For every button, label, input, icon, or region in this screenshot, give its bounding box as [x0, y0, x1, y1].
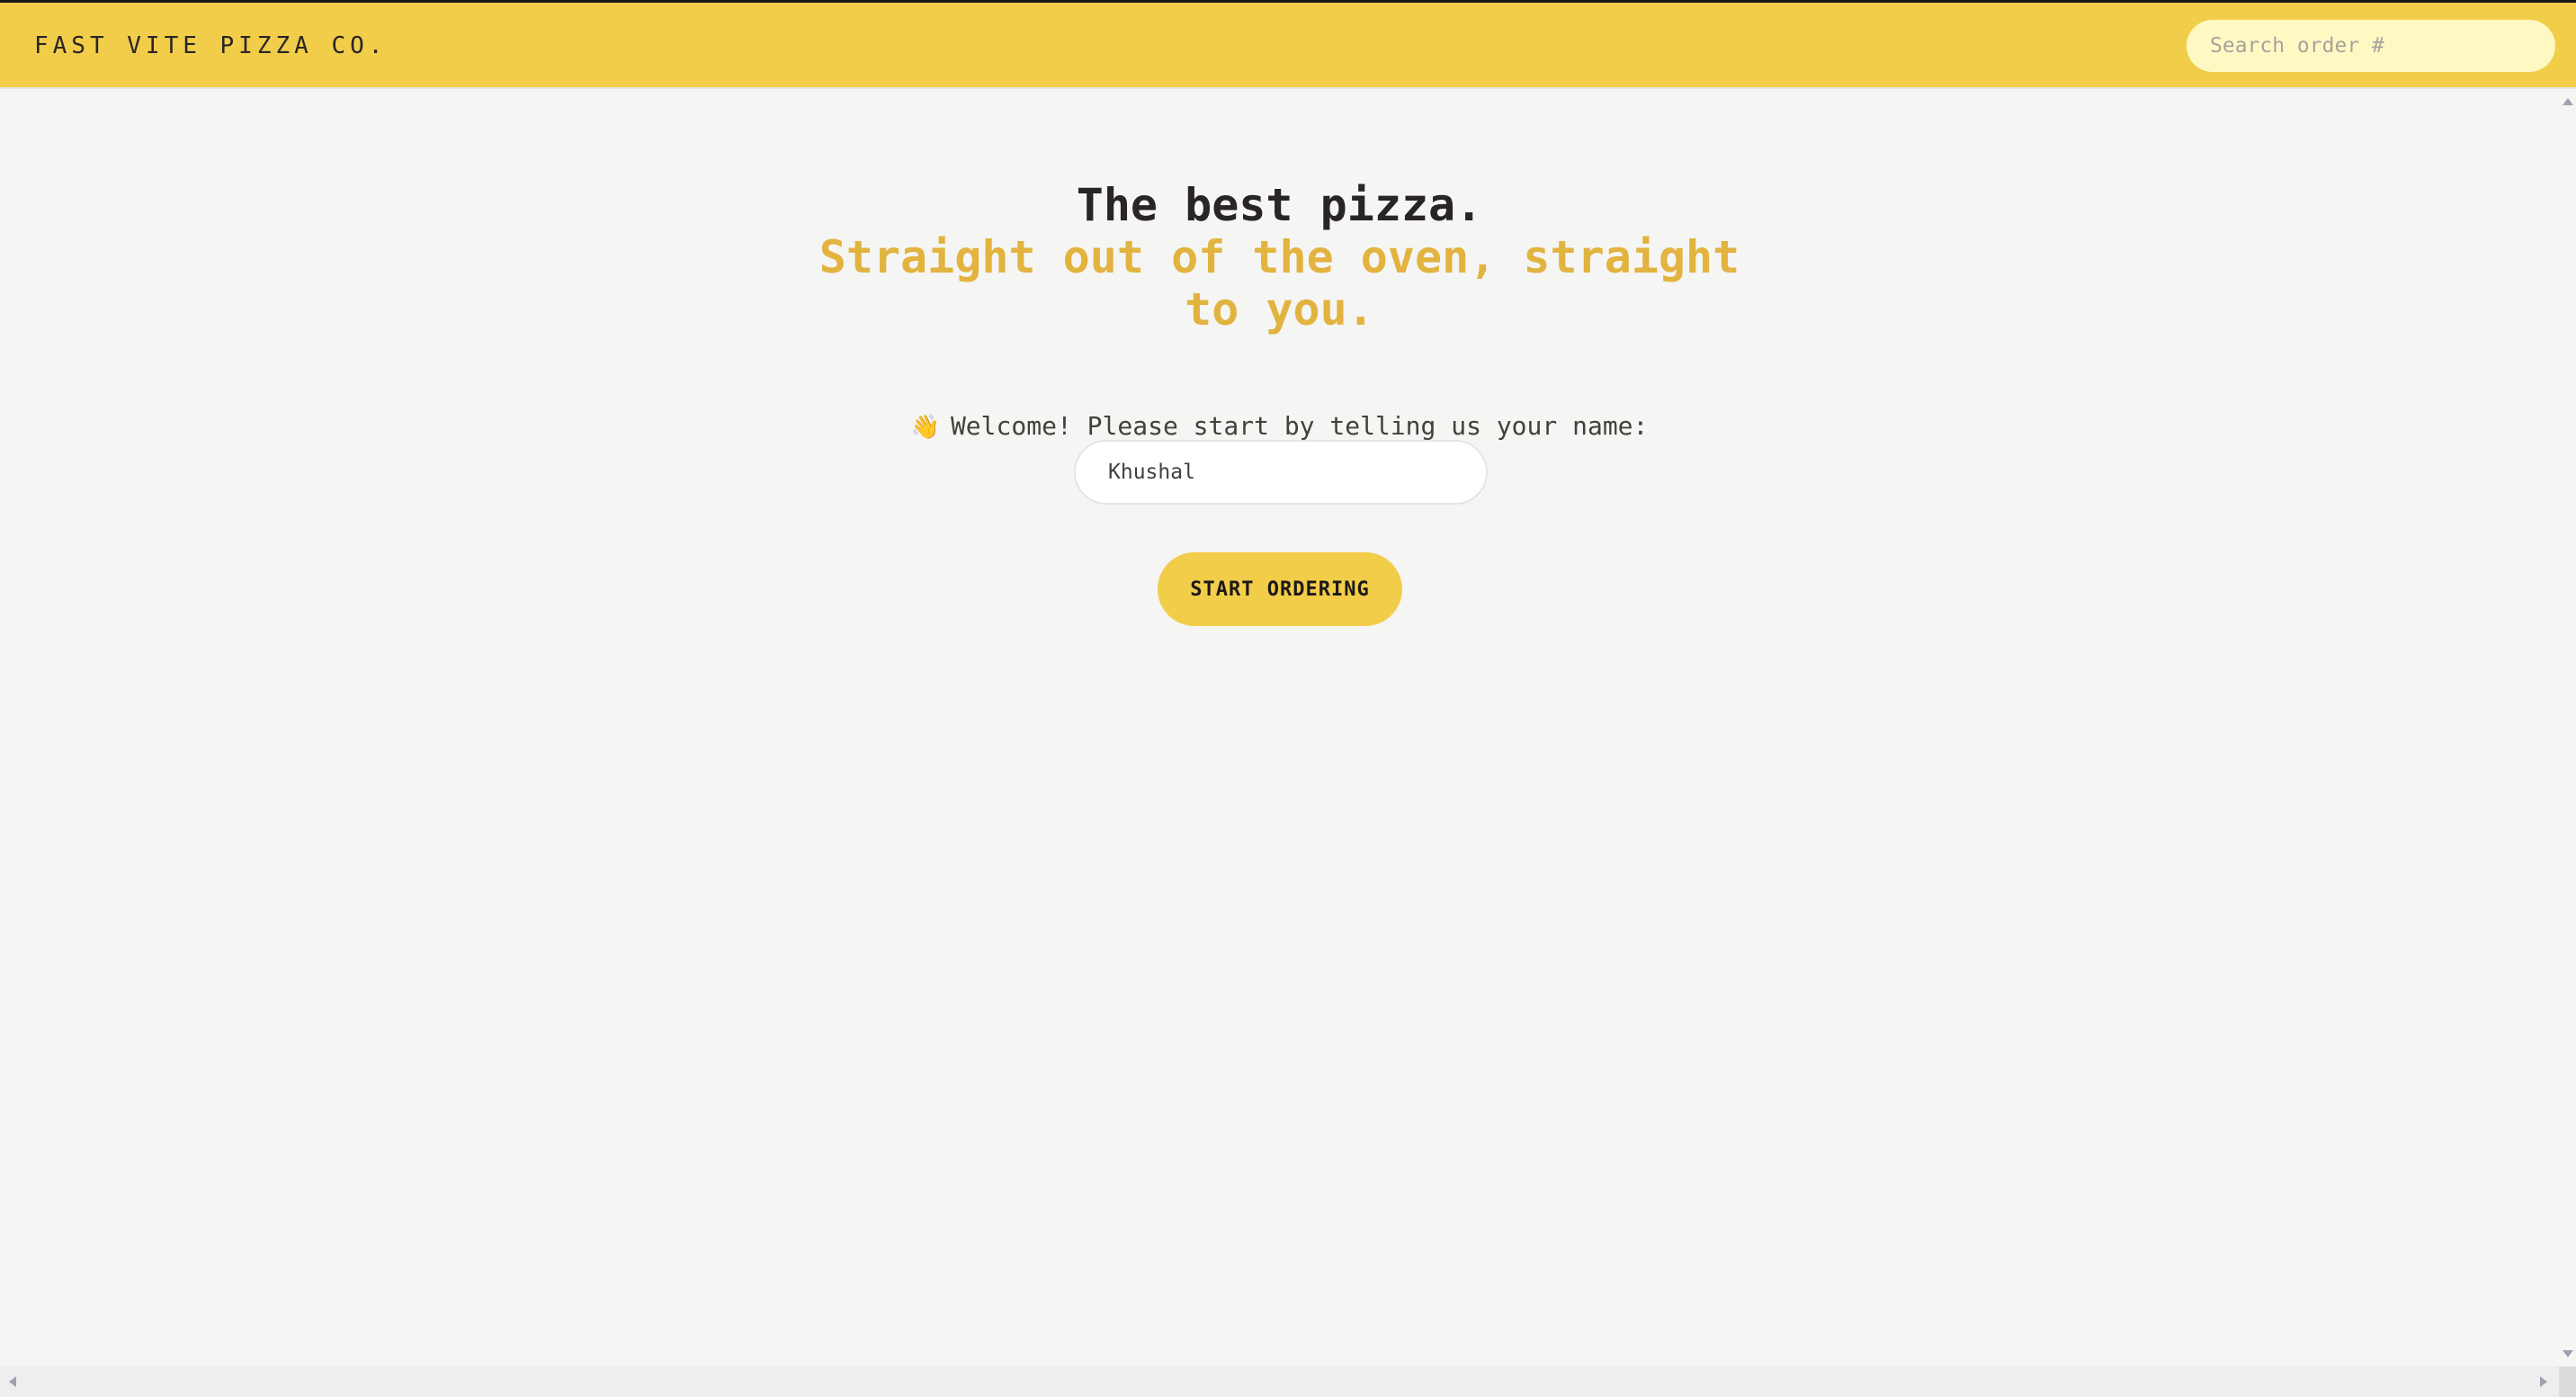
title-line-primary: The best pizza. [1076, 179, 1483, 231]
waving-hand-icon: 👋 [910, 414, 940, 441]
app-header: FAST VITE PIZZA CO. [0, 3, 2576, 89]
scroll-right-arrow-icon[interactable] [2540, 1376, 2547, 1387]
name-input[interactable] [1074, 440, 1488, 505]
vertical-scrollbar[interactable] [2559, 89, 2576, 1366]
search-order-input[interactable] [2187, 20, 2555, 72]
welcome-text: Welcome! Please start by telling us your… [950, 411, 1649, 441]
scroll-up-arrow-icon[interactable] [2563, 98, 2573, 105]
scroll-down-arrow-icon[interactable] [2563, 1350, 2573, 1357]
scrollbar-corner [2559, 1366, 2576, 1397]
page-title: The best pizza. Straight out of the oven… [0, 179, 2559, 336]
title-line-accent: Straight out of the oven, straight to yo… [818, 231, 1740, 336]
horizontal-scrollbar[interactable] [0, 1366, 2576, 1397]
home-main: The best pizza. Straight out of the oven… [0, 89, 2559, 1366]
start-ordering-button[interactable]: START ORDERING [1158, 552, 1402, 626]
welcome-message: 👋 Welcome! Please start by telling us you… [0, 411, 2559, 441]
brand-logo-link[interactable]: FAST VITE PIZZA CO. [34, 32, 387, 59]
scroll-left-arrow-icon[interactable] [9, 1376, 16, 1387]
